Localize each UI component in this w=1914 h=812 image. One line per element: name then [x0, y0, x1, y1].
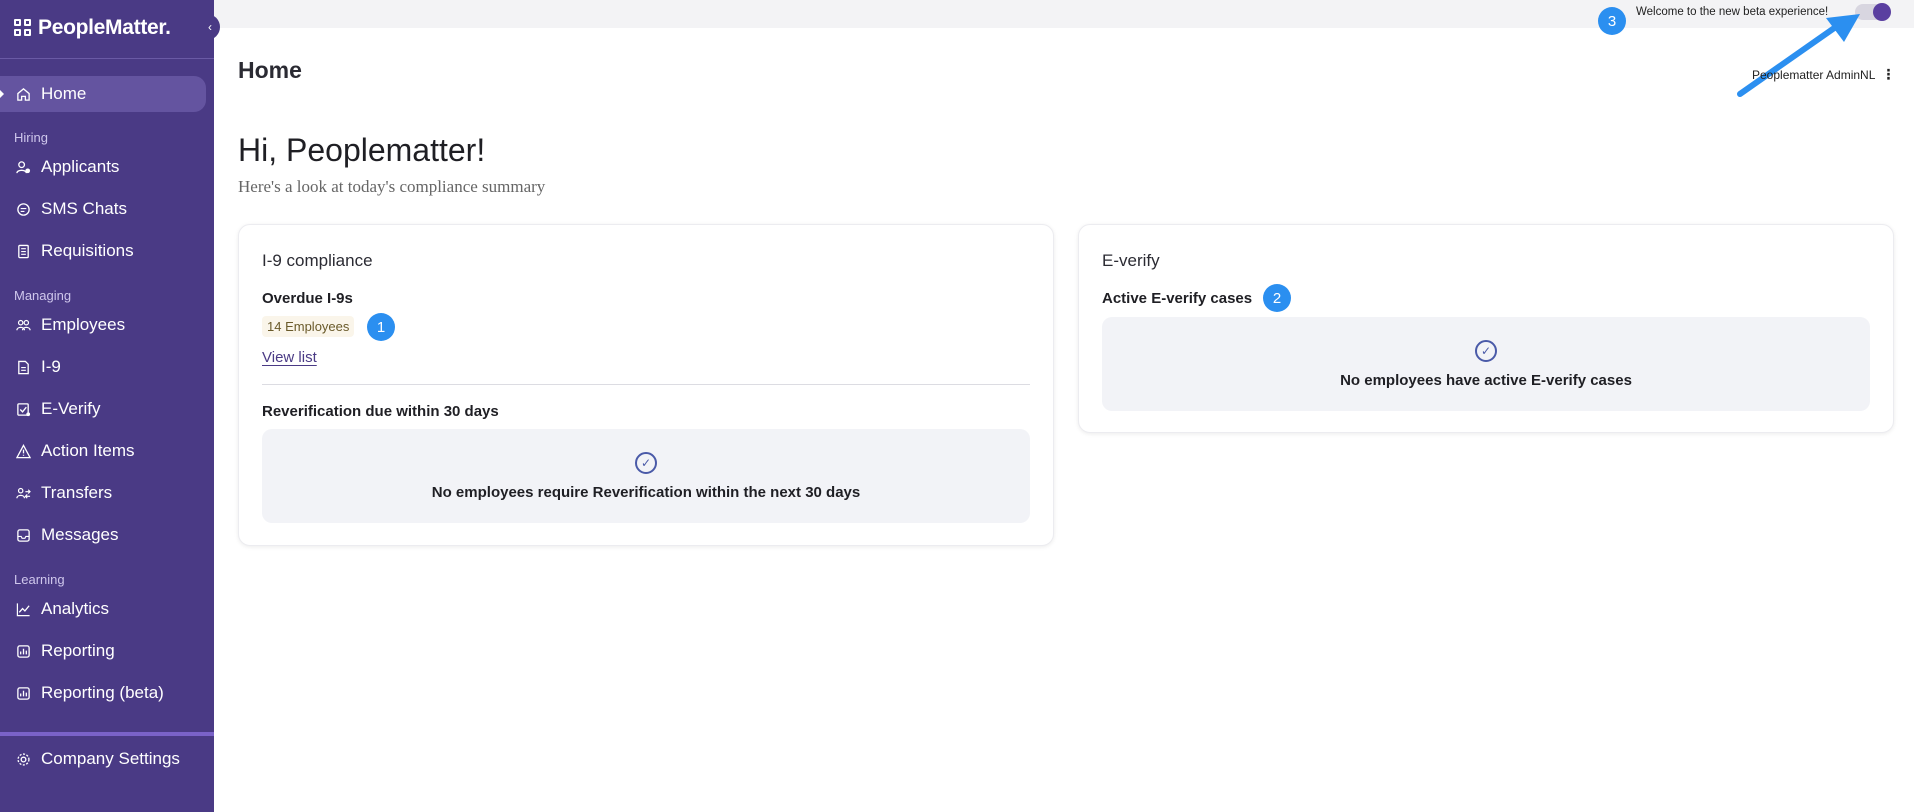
card-title: E-verify — [1102, 251, 1160, 270]
card-title: I-9 compliance — [262, 251, 373, 270]
overdue-heading: Overdue I-9s — [262, 290, 353, 307]
check-circle-icon: ✓ — [1475, 339, 1497, 362]
sidebar-item-label: Requisitions — [41, 241, 134, 260]
active-cases-heading: Active E-verify cases — [1102, 290, 1253, 307]
report-icon — [15, 685, 31, 701]
sidebar-item-employees[interactable]: Employees — [0, 307, 214, 343]
empty-state-message: No employees require Reverification with… — [431, 483, 861, 501]
report-icon — [15, 643, 31, 659]
section-label-learning: Learning — [14, 572, 65, 587]
sidebar-item-transfers[interactable]: Transfers — [0, 475, 214, 511]
page-title: Home — [238, 57, 302, 83]
warning-icon — [15, 443, 31, 459]
logo-mark-icon — [14, 19, 32, 37]
greeting-title: Hi, Peoplematter! — [238, 132, 486, 168]
user-menu[interactable]: Peoplematter AdminNL ⋮ — [1752, 66, 1895, 83]
sidebar-item-action-items[interactable]: Action Items — [0, 433, 214, 469]
sidebar-item-label: Messages — [41, 525, 119, 544]
check-circle-icon: ✓ — [635, 451, 657, 474]
active-cases-empty-state: ✓ No employees have active E-verify case… — [1102, 317, 1870, 411]
logo-divider — [0, 58, 214, 59]
brand-logo[interactable]: PeopleMatter. — [14, 16, 171, 40]
section-label-managing: Managing — [14, 288, 72, 303]
section-divider — [262, 384, 1030, 385]
inbox-icon — [15, 527, 31, 543]
sidebar-item-reporting[interactable]: Reporting — [0, 633, 214, 669]
sidebar-item-requisitions[interactable]: Requisitions — [0, 233, 214, 269]
employees-icon — [15, 317, 31, 333]
callout-3: 3 — [1598, 7, 1626, 35]
callout-2: 2 — [1263, 284, 1291, 312]
sidebar-item-label: Reporting (beta) — [41, 683, 164, 702]
section-label-hiring: Hiring — [14, 130, 48, 145]
reverification-heading: Reverification due within 30 days — [262, 403, 499, 420]
chevron-left-icon: ‹ — [208, 20, 212, 34]
brand-name: PeopleMatter. — [38, 16, 171, 39]
empty-state-message: No employees have active E-verify cases — [1340, 371, 1632, 389]
gear-icon — [15, 751, 31, 767]
sidebar-item-e-verify[interactable]: E-Verify — [0, 391, 214, 427]
sidebar-item-home[interactable]: Home — [0, 76, 206, 112]
sidebar-item-label: Home — [41, 84, 87, 103]
sidebar-item-label: Employees — [41, 315, 126, 334]
reverification-empty-state: ✓ No employees require Reverification wi… — [262, 429, 1030, 523]
sidebar-item-label: Reporting — [41, 641, 115, 660]
callout-1: 1 — [367, 313, 395, 341]
sidebar-item-i9[interactable]: I-9 — [0, 349, 214, 385]
sidebar-item-reporting-beta[interactable]: Reporting (beta) — [0, 675, 214, 711]
chart-icon — [15, 601, 31, 617]
sidebar-item-company-settings[interactable]: Company Settings — [0, 741, 214, 777]
kebab-icon[interactable]: ⋮ — [1881, 66, 1895, 83]
sidebar-item-label: SMS Chats — [41, 199, 127, 218]
verify-icon — [15, 401, 31, 417]
applicants-icon — [15, 159, 31, 175]
sidebar-item-messages[interactable]: Messages — [0, 517, 214, 553]
sidebar-item-label: E-Verify — [41, 399, 101, 418]
user-name: Peoplematter AdminNL — [1752, 67, 1876, 82]
sidebar-item-label: Company Settings — [41, 749, 180, 768]
home-icon — [15, 86, 31, 102]
transfers-icon — [15, 485, 31, 501]
sidebar-item-analytics[interactable]: Analytics — [0, 591, 214, 627]
settings-divider — [0, 732, 214, 736]
annotation-arrow-icon — [1737, 14, 1860, 97]
sidebar-item-label: Action Items — [41, 441, 135, 460]
sidebar: PeopleMatter. Home Hiring Applicants SMS… — [0, 0, 214, 812]
i9-compliance-card: I-9 compliance Overdue I-9s 14 Employees… — [238, 224, 1054, 546]
sidebar-item-label: I-9 — [41, 357, 61, 376]
file-icon — [15, 359, 31, 375]
document-icon — [15, 243, 31, 259]
chat-icon — [15, 201, 31, 217]
greeting-subtitle: Here's a look at today's compliance summ… — [238, 177, 546, 196]
overdue-count-badge: 14 Employees — [262, 316, 355, 337]
e-verify-card: E-verify Active E-verify cases 2 ✓ No em… — [1078, 224, 1894, 433]
view-list-link[interactable]: View list — [262, 349, 317, 366]
sidebar-item-label: Transfers — [41, 483, 113, 502]
sidebar-item-applicants[interactable]: Applicants — [0, 149, 214, 185]
sidebar-item-sms-chats[interactable]: SMS Chats — [0, 191, 214, 227]
sidebar-collapse-button[interactable]: ‹ — [200, 14, 220, 40]
sidebar-item-label: Applicants — [41, 157, 120, 176]
sidebar-item-label: Analytics — [41, 599, 110, 618]
